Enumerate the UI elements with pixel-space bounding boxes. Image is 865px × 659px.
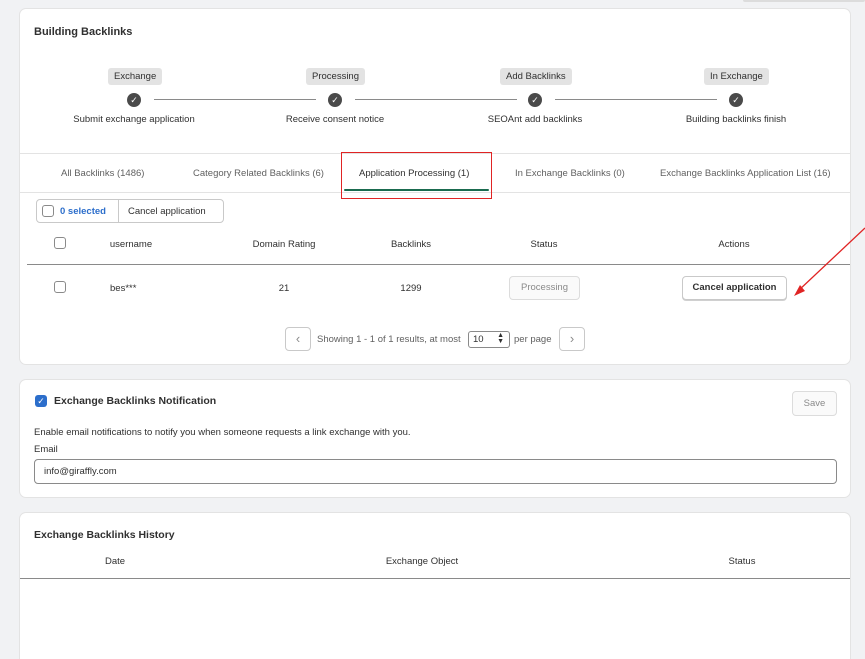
email-label: Email	[34, 444, 58, 455]
notification-card: ✓ Exchange Backlinks Notification Save E…	[20, 380, 850, 497]
header-checkbox[interactable]	[54, 237, 66, 249]
tab-all-backlinks[interactable]: All Backlinks (1486)	[61, 168, 144, 179]
step-label: Submit exchange application	[73, 114, 195, 125]
column-header-actions: Actions	[718, 239, 750, 250]
row-checkbox[interactable]	[54, 281, 66, 293]
per-page-value: 10	[473, 334, 484, 345]
tab-category-related[interactable]: Category Related Backlinks (6)	[193, 168, 324, 179]
card-title: Exchange Backlinks Notification	[54, 395, 217, 407]
column-header-date: Date	[104, 556, 126, 567]
history-card: Exchange Backlinks History Date Exchange…	[20, 513, 850, 659]
cell-backlinks: 1299	[400, 283, 422, 294]
email-field[interactable]: info@giraffly.com	[34, 459, 837, 484]
step-label: SEOAnt add backlinks	[487, 114, 583, 125]
step-connector	[555, 99, 717, 100]
chevron-left-icon[interactable]: ‹	[285, 327, 311, 351]
check-icon: ✓	[528, 93, 542, 107]
check-icon: ✓	[127, 93, 141, 107]
per-page-select[interactable]: 10 ▲ ▼	[468, 331, 510, 348]
step-connector	[355, 99, 517, 100]
column-header-status: Status	[728, 556, 756, 567]
per-page-label: per page	[514, 334, 552, 345]
table-header-divider	[27, 264, 850, 265]
step-connector	[154, 99, 316, 100]
bulk-actions-bar: 0 selected Cancel application	[36, 199, 224, 223]
card-title: Building Backlinks	[34, 26, 133, 38]
highlight-box	[341, 152, 492, 199]
card-title: Exchange Backlinks History	[34, 529, 175, 541]
step-badge: Exchange	[108, 68, 163, 85]
notification-checkbox[interactable]: ✓	[35, 395, 47, 407]
chevron-right-icon[interactable]: ›	[559, 327, 585, 351]
top-edge	[743, 0, 865, 2]
pagination-summary: Showing 1 - 1 of 1 results, at most	[317, 334, 461, 345]
column-header-username: username	[109, 239, 153, 250]
divider	[118, 200, 119, 222]
select-arrows-icon: ▲ ▼	[497, 332, 504, 345]
select-all-checkbox[interactable]	[42, 205, 54, 217]
step-badge: In Exchange	[704, 68, 769, 85]
tab-application-list[interactable]: Exchange Backlinks Application List (16)	[660, 168, 831, 179]
building-backlinks-card: Building Backlinks Exchange ✓ Submit exc…	[20, 9, 850, 364]
cell-domain-rating: 21	[278, 283, 290, 294]
step-badge: Processing	[306, 68, 365, 85]
table-header-divider	[20, 578, 850, 579]
column-header-status: Status	[530, 239, 558, 250]
column-header-domain-rating: Domain Rating	[252, 239, 316, 250]
check-icon: ✓	[729, 93, 743, 107]
column-header-exchange-object: Exchange Object	[385, 556, 459, 567]
step-label: Receive consent notice	[285, 114, 385, 125]
cell-username: bes***	[110, 283, 137, 294]
notification-description: Enable email notifications to notify you…	[34, 427, 411, 438]
check-icon: ✓	[328, 93, 342, 107]
selected-count: 0 selected	[60, 206, 106, 217]
step-badge: Add Backlinks	[500, 68, 572, 85]
bulk-cancel-button[interactable]: Cancel application	[128, 206, 206, 217]
save-button[interactable]: Save	[792, 391, 837, 416]
tab-in-exchange[interactable]: In Exchange Backlinks (0)	[515, 168, 625, 179]
status-processing-button: Processing	[509, 276, 580, 300]
step-label: Building backlinks finish	[685, 114, 787, 125]
cancel-application-button[interactable]: Cancel application	[682, 276, 787, 300]
column-header-backlinks: Backlinks	[390, 239, 432, 250]
